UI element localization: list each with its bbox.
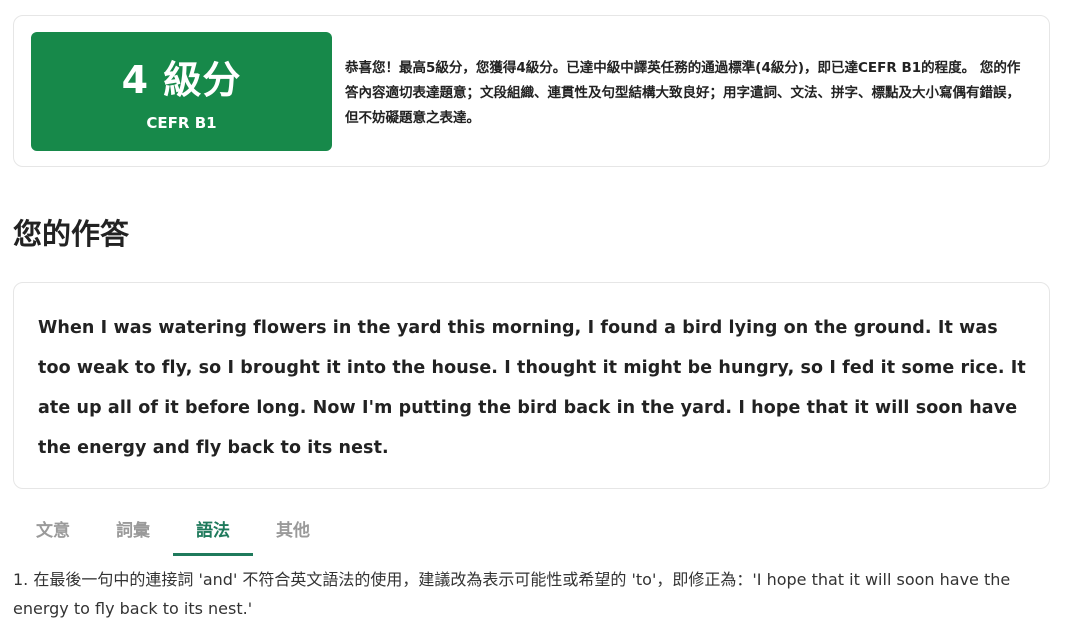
answer-section-heading: 您的作答 xyxy=(13,217,130,251)
feedback-tabs: 文意 詞彙 語法 其他 xyxy=(13,510,333,556)
cefr-level: CEFR B1 xyxy=(146,114,217,132)
tab-vocabulary[interactable]: 詞彙 xyxy=(93,510,173,556)
answer-card: When I was watering flowers in the yard … xyxy=(13,282,1050,489)
tab-other[interactable]: 其他 xyxy=(253,510,333,556)
tab-grammar[interactable]: 語法 xyxy=(173,510,253,556)
score-badge: 4 級分 CEFR B1 xyxy=(31,32,332,151)
tab-meaning[interactable]: 文意 xyxy=(13,510,93,556)
score-level: 4 級分 xyxy=(121,58,242,102)
feedback-text: 1. 在最後一句中的連接詞 'and' 不符合英文語法的使用，建議改為表示可能性… xyxy=(13,570,1011,618)
score-description: 恭喜您！最高5級分，您獲得4級分。已達中級中譯英任務的通過標準(4級分)，即已達… xyxy=(345,60,1021,126)
score-card: 4 級分 CEFR B1 恭喜您！最高5級分，您獲得4級分。已達中級中譯英任務的… xyxy=(13,15,1050,167)
answer-text: When I was watering flowers in the yard … xyxy=(38,318,1026,458)
